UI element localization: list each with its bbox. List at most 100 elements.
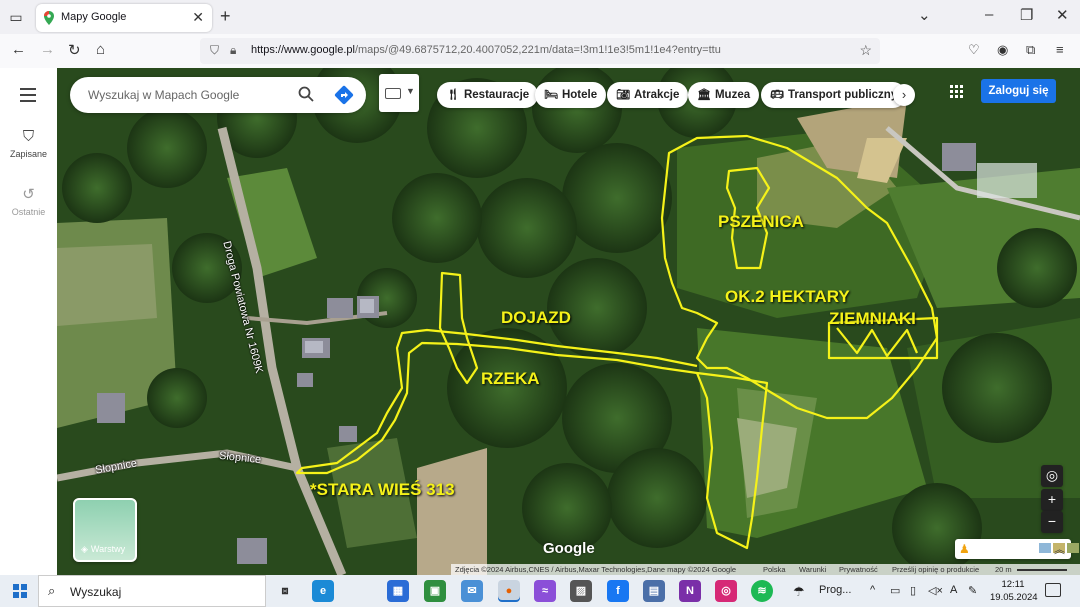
directions-icon[interactable] (333, 84, 355, 106)
zoom-out-button[interactable]: − (1041, 511, 1063, 533)
taskbar-search[interactable]: ⌕ Wyszukaj (38, 575, 266, 607)
minimize-icon[interactable]: – (985, 6, 993, 23)
weather-icon[interactable]: ☂ (793, 584, 805, 600)
taskbar-search-label: Wyszukaj (70, 585, 122, 599)
hamburger-menu-icon[interactable] (20, 88, 36, 106)
search-box[interactable]: Wyszukaj w Mapach Google (70, 77, 366, 113)
pocket-icon[interactable]: ♡ (968, 42, 980, 58)
history-icon: ↺ (22, 186, 35, 203)
satellite-thumb-icon[interactable] (1067, 543, 1079, 553)
edge-icon[interactable]: e (312, 580, 334, 602)
account-icon[interactable]: ◉ (997, 42, 1008, 58)
url-text[interactable]: https://www.google.pl/maps/@49.6875712,2… (251, 44, 721, 56)
volume-icon[interactable]: ◁× (928, 584, 943, 597)
search-icon[interactable] (298, 86, 314, 102)
browser-tab-bar: ▭ Mapy Google ✕ + ⌄ – ❐ ✕ (0, 0, 1080, 34)
clock-date: 19.05.2024 (990, 592, 1038, 603)
pegman-icon[interactable]: ♟ (959, 542, 970, 556)
clock[interactable]: 12:11 19.05.2024 (990, 578, 1038, 604)
tab-google-maps[interactable]: Mapy Google ✕ (36, 4, 212, 32)
browser-toolbar: ← → ↻ ⌂ ⛉ 🔒︎ https://www.google.pl/maps/… (0, 34, 1080, 69)
privacy-link[interactable]: Prywatność (839, 565, 878, 574)
messenger-icon[interactable]: ≈ (534, 580, 556, 602)
saved-label: Zapisane (9, 149, 48, 159)
google-apps-icon[interactable] (950, 85, 964, 99)
bookmark-star-icon[interactable]: ☆ (859, 42, 872, 59)
app-green-icon[interactable]: ▣ (424, 580, 446, 602)
museum-icon: 🏛︎ (697, 89, 711, 101)
mail-icon[interactable]: ✉ (461, 580, 483, 602)
google-logo: Google (543, 540, 595, 557)
chip-museums[interactable]: 🏛︎ Muzea (688, 82, 760, 108)
reload-icon[interactable]: ↻ (68, 41, 81, 59)
tab-title: Mapy Google (61, 11, 127, 23)
satellite-map[interactable]: Droga Powiatowa Nr 1609K Słopnice Słopni… (57, 68, 1080, 575)
search-icon: ⌕ (48, 583, 56, 598)
tab-close-icon[interactable]: ✕ (192, 9, 204, 26)
chip-attractions[interactable]: 📷︎ Atrakcje (607, 82, 689, 108)
windows-start-icon[interactable] (13, 584, 27, 598)
camera-icon: 📷︎ (616, 89, 630, 101)
address-bar[interactable]: ⛉ 🔒︎ https://www.google.pl/maps/@49.6875… (200, 38, 880, 64)
recent-button[interactable]: ↺ Ostatnie (0, 185, 57, 217)
bookmark-icon: ⛉ (22, 128, 35, 145)
chip-public-transport[interactable]: 🚌︎ Transport publiczny (761, 82, 907, 108)
annotation-dojazd: DOJAZD (501, 308, 571, 327)
window-close-icon[interactable]: ✕ (1056, 6, 1069, 24)
layers-label: Warstwy (90, 544, 126, 554)
terms-link[interactable]: Warunki (799, 565, 826, 574)
task-view-icon[interactable]: ⧈ (274, 580, 296, 602)
restore-icon[interactable]: ❐ (1020, 6, 1033, 24)
my-location-icon[interactable]: ◎ (1041, 465, 1063, 487)
imagery-thumb-icon[interactable] (1039, 543, 1051, 553)
app-menu-icon[interactable]: ≡ (1056, 42, 1064, 57)
imagery-attribution: Zdjęcia ©2024 Airbus,CNES / Airbus,Maxar… (455, 565, 737, 574)
facebook-icon[interactable]: f (607, 580, 629, 602)
fork-knife-icon: 🍴︎ (446, 89, 460, 101)
pen-icon[interactable]: ✎ (968, 584, 977, 597)
tab-list-icon[interactable]: ▭ (6, 7, 26, 27)
lock-icon[interactable]: 🔒︎ (230, 43, 236, 58)
search-input[interactable]: Wyszukaj w Mapach Google (88, 88, 239, 102)
firefox-icon[interactable]: ● (498, 580, 520, 602)
notifications-icon[interactable] (1045, 583, 1061, 597)
forward-icon[interactable]: → (40, 41, 55, 58)
new-tab-icon[interactable]: + (220, 6, 231, 27)
tray-chevron-icon[interactable]: ^ (870, 584, 875, 596)
running-app-label[interactable]: Prog... (819, 584, 851, 596)
chip-hotels[interactable]: 🛏︎ Hotele (535, 82, 607, 108)
tab-overflow-chevron-icon[interactable]: ⌄ (918, 6, 931, 24)
instagram-icon[interactable]: ◎ (715, 580, 737, 602)
store-icon[interactable]: ▦ (387, 580, 409, 602)
chips-next-chevron-icon[interactable]: › (893, 84, 915, 106)
device-icon[interactable]: ▯ (910, 584, 916, 597)
keyboard-icon (385, 88, 401, 99)
extensions-icon[interactable]: ⧉ (1026, 42, 1035, 58)
scale-bar (1017, 569, 1067, 571)
photos-icon[interactable]: ▨ (570, 580, 592, 602)
layers-button[interactable]: ◈ Warstwy (73, 498, 137, 562)
country-link[interactable]: Polska (763, 565, 786, 574)
spotify-icon[interactable]: ≋ (751, 580, 773, 602)
calculator-icon[interactable]: ▤ (643, 580, 665, 602)
maps-side-rail: ⛉ Zapisane ↺ Ostatnie (0, 68, 58, 575)
language-icon[interactable]: A (950, 584, 957, 596)
login-button[interactable]: Zaloguj się (981, 79, 1056, 103)
chip-restaurants[interactable]: 🍴︎ Restauracje (437, 82, 539, 108)
feedback-link[interactable]: Prześlij opinię o produkcie (892, 565, 979, 574)
scale-label[interactable]: 20 m (995, 565, 1012, 574)
input-tools-button[interactable]: ▼ (379, 74, 419, 112)
saved-button[interactable]: ⛉ Zapisane (0, 128, 57, 159)
zoom-in-button[interactable]: + (1041, 489, 1063, 511)
shield-icon[interactable]: ⛉ (210, 43, 219, 58)
home-icon[interactable]: ⌂ (96, 41, 105, 58)
expand-chevron-icon[interactable]: ︽ (1054, 541, 1065, 557)
annotation-area: OK.2 HEKTARY (725, 287, 850, 306)
attribution-bar: Zdjęcia ©2024 Airbus,CNES / Airbus,Maxar… (451, 564, 1080, 575)
annotation-ziemniaki: ZIEMNIAKI (829, 309, 916, 328)
street-view-controls[interactable]: ♟ ︽ (955, 539, 1079, 559)
bed-icon: 🛏︎ (544, 89, 558, 101)
battery-icon[interactable]: ▭ (890, 584, 900, 597)
back-icon[interactable]: ← (11, 41, 26, 58)
onenote-icon[interactable]: N (679, 580, 701, 602)
